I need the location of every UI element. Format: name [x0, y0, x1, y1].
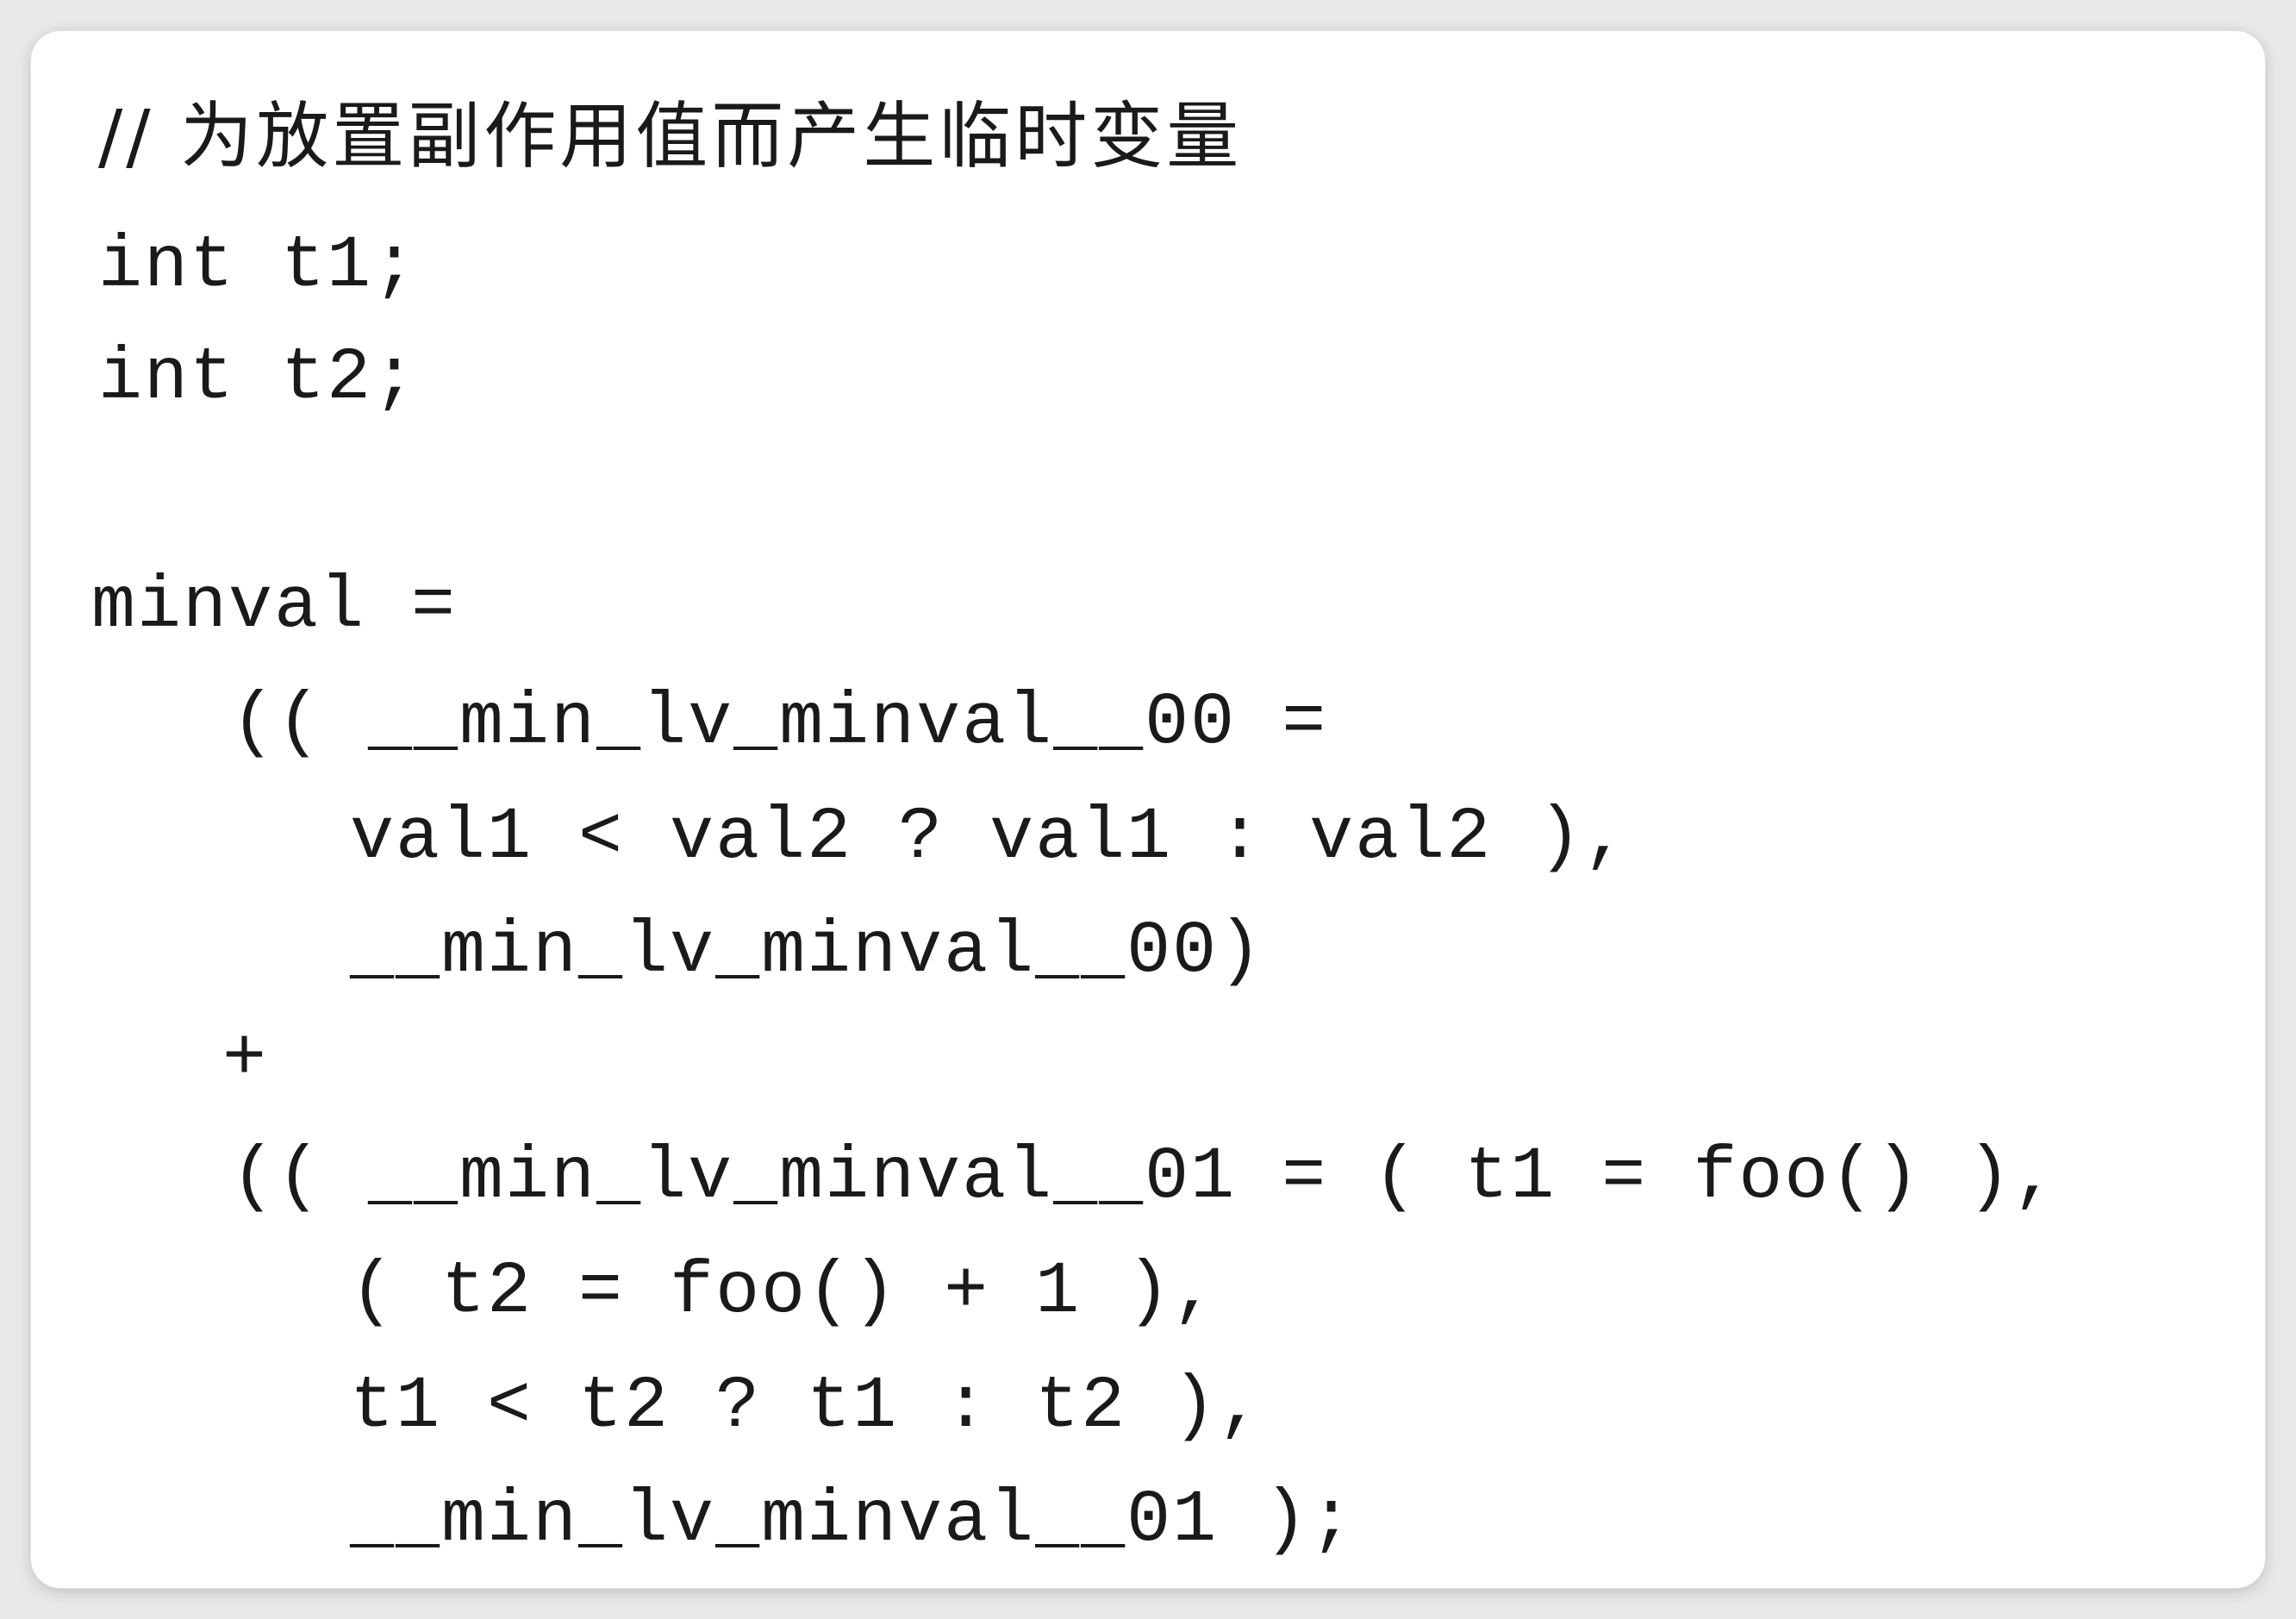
- code-line-7: +: [222, 1017, 269, 1101]
- code-line-3: minval =: [91, 565, 458, 648]
- code-line-8: (( __min_lv_minval__01 = ( t1 = foo() ),: [231, 1135, 2059, 1219]
- code-line-2: int t2;: [98, 336, 419, 420]
- code-block: // 为放置副作用值而产生临时变量 int t1; int t2; minval…: [31, 31, 2265, 1588]
- code-line-6: __min_lv_minval__00): [350, 910, 1264, 993]
- code-line-5: val1 < val2 ? val1 : val2 ),: [350, 796, 1630, 879]
- code-line-10: t1 < t2 ? t1 : t2 ),: [350, 1365, 1264, 1448]
- code-line-11: __min_lv_minval__01 );: [350, 1478, 1356, 1562]
- code-card: // 为放置副作用值而产生临时变量 int t1; int t2; minval…: [31, 31, 2265, 1588]
- code-comment-line: // 为放置副作用值而产生临时变量: [98, 94, 1243, 178]
- code-line-4: (( __min_lv_minval__00 =: [231, 681, 1328, 765]
- code-line-9: ( t2 = foo() + 1 ),: [350, 1250, 1219, 1334]
- code-line-1: int t1;: [98, 224, 419, 308]
